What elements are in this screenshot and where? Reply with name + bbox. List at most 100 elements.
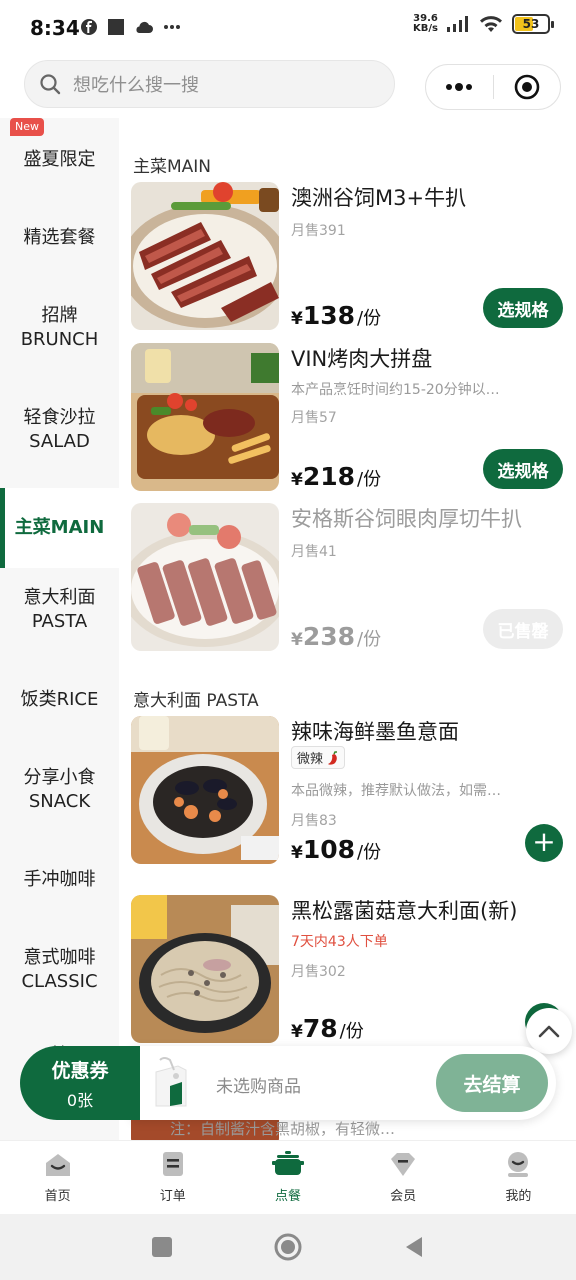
pot-icon [271,1151,304,1175]
sidebar-item-sublabel: SNACK [28,791,91,812]
sidebar-item-sublabel: SALAD [29,431,90,452]
home-icon [45,1154,70,1176]
wifi-icon [480,16,502,32]
sidebar-item-salad[interactable]: 轻食沙拉 SALAD [0,390,119,470]
shopping-bag-icon [152,1056,192,1114]
tab-label: 会员 [390,1189,417,1204]
sidebar-item-sublabel: PASTA [31,611,88,632]
product-card[interactable]: 澳洲谷饲M3+牛扒 月售391 ¥138/份 选规格 [131,182,571,330]
more-dots-icon [446,83,473,91]
sidebar-item-label: 意式咖啡 [23,947,96,968]
recent-apps-icon[interactable] [151,1236,173,1258]
cloud-icon [136,21,153,33]
profile-icon [508,1152,529,1177]
sidebar-item-rice[interactable]: 饭类RICE [0,660,119,740]
product-promo-text: 7天内43人下单 [291,934,388,950]
product-list: 主菜MAIN 澳洲谷饲M3+牛扒 月售391 ¥138 /份 选规格 VIN烤肉… [119,118,576,1140]
facebook-icon [81,19,97,35]
sidebar-item-snack[interactable]: 分享小食 SNACK [0,750,119,830]
signal-icon [447,16,468,32]
product-price: ¥108/份 [291,835,382,864]
chili-icon [328,751,338,765]
tab-label: 首页 [44,1189,71,1204]
add-to-cart-button[interactable]: + [525,824,563,862]
product-monthly-sales: 月售302 [291,964,346,980]
miniprogram-capsule [425,64,561,110]
product-card[interactable]: VIN烤肉大拼盘 本产品烹饪时间约15-20分钟以… 月售57 ¥218/份 选… [131,343,571,491]
search-icon [40,74,61,95]
more-dots-icon [164,25,180,29]
sidebar-item-sublabel: CLASSIC [21,971,98,992]
tab-order-food[interactable]: 点餐 [230,1141,345,1215]
sidebar-item-label: 饭类RICE [20,689,99,710]
close-miniprogram-button[interactable] [494,65,561,109]
sidebar-item-label: 意大利面 [23,587,96,608]
status-system-icons: 39.6 KB/s 53 [413,13,554,34]
product-note-partial: 注：自制酱汁含黑胡椒，有轻微… [170,1120,396,1138]
product-price: ¥78/份 [291,1014,364,1043]
product-price: ¥218/份 [291,462,382,491]
order-icon [162,1152,183,1176]
sidebar-item-set-meal[interactable]: 精选套餐 [0,198,119,278]
tab-profile[interactable]: 我的 [461,1141,576,1215]
sidebar-item-classic[interactable]: 意式咖啡 CLASSIC [0,930,119,1010]
scroll-top-button[interactable] [526,1008,572,1054]
status-bar: 8:34 39.6 KB/s 53 [0,0,576,56]
sidebar-item-label: 轻食沙拉 [23,407,96,428]
product-card[interactable]: 安格斯谷饲眼肉厚切牛扒 月售41 ¥238/份 已售罄 [131,503,571,651]
system-navigation-bar [0,1214,576,1280]
tab-member[interactable]: 会员 [346,1141,461,1215]
product-card[interactable]: 辣味海鲜墨鱼意面 微辣 本品微辣，推荐默认做法，如需… 月售83 ¥108/份 … [131,716,571,864]
product-image-bbq-platter [131,343,279,491]
net-speed: 39.6 KB/s [413,13,438,34]
tab-label: 我的 [505,1189,532,1204]
product-image-ribeye [131,503,279,651]
product-price: ¥138/份 [291,301,382,330]
search-placeholder: 想吃什么搜一搜 [73,75,199,96]
product-name: 安格斯谷饲眼肉厚切牛扒 [291,507,522,531]
back-triangle-icon[interactable] [403,1235,425,1259]
coupon-count: 0张 [66,1090,94,1110]
home-circle-icon[interactable] [273,1232,303,1262]
coupon-label: 优惠券 [51,1059,109,1082]
checkout-button[interactable]: 去结算 [436,1054,548,1112]
product-monthly-sales: 月售391 [291,223,346,239]
product-monthly-sales: 月售57 [291,410,337,426]
cart-bar[interactable]: 未选购商品 去结算 [132,1046,556,1120]
app-square-icon [108,19,124,35]
spicy-tag: 微辣 [291,746,346,769]
sidebar-item-label: 主菜MAIN [14,517,105,538]
section-title-main: 主菜MAIN [133,157,212,177]
product-price: ¥238/份 [291,622,382,651]
category-sidebar: New 盛夏限定 精选套餐 招牌 BRUNCH 轻食沙拉 SALAD 主菜MAI… [0,118,119,1140]
header: 想吃什么搜一搜 [0,56,576,118]
battery-icon: 53 [512,14,554,34]
product-name: 黑松露菌菇意大利面(新) [291,899,518,923]
sidebar-item-summer[interactable]: 盛夏限定 [0,122,119,198]
product-monthly-sales: 月售83 [291,813,337,829]
chevron-up-icon [538,1025,560,1038]
tab-orders[interactable]: 订单 [115,1141,230,1215]
sidebar-item-label: 手冲咖啡 [23,869,96,890]
product-description: 本品微辣，推荐默认做法，如需… [291,783,501,799]
sidebar-item-label: 招牌 [41,305,78,326]
search-input[interactable]: 想吃什么搜一搜 [24,60,395,108]
cart-empty-text: 未选购商品 [216,1077,301,1097]
target-circle-icon [514,74,540,100]
status-notification-icons [80,18,181,36]
coupon-button[interactable]: 优惠券 0张 [20,1046,140,1120]
sidebar-item-label: 精选套餐 [23,227,96,248]
sidebar-item-brunch[interactable]: 招牌 BRUNCH [0,288,119,368]
select-spec-button[interactable]: 选规格 [483,449,563,489]
sidebar-item-main[interactable]: 主菜MAIN [0,488,119,568]
select-spec-button[interactable]: 选规格 [483,288,563,328]
more-menu-button[interactable] [426,65,493,109]
product-name: VIN烤肉大拼盘 [291,347,433,371]
tab-label: 订单 [159,1189,186,1204]
product-card[interactable]: 黑松露菌菇意大利面(新) 7天内43人下单 月售302 ¥78/份 + [131,895,571,1043]
product-monthly-sales: 月售41 [291,544,337,560]
tab-home[interactable]: 首页 [0,1141,115,1215]
tab-label: 点餐 [274,1189,301,1204]
sidebar-item-pour-over[interactable]: 手冲咖啡 [0,840,119,920]
sidebar-item-pasta[interactable]: 意大利面 PASTA [0,570,119,650]
